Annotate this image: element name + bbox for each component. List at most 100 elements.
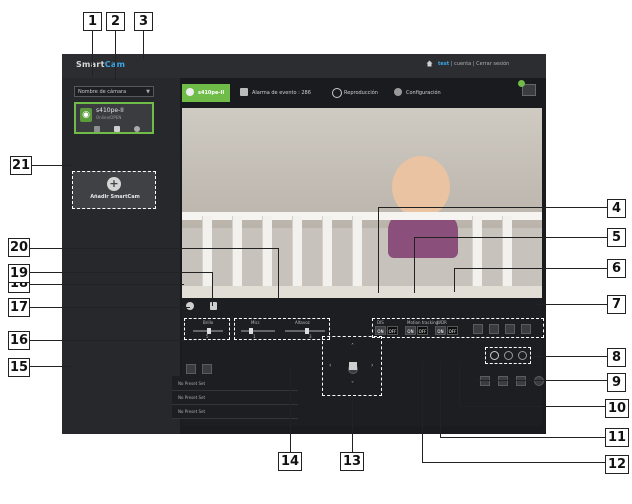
- callout-3: 3: [134, 12, 153, 31]
- camera-mode-group: [485, 347, 531, 364]
- callout-line: [422, 362, 423, 462]
- preset-home-button[interactable]: [186, 364, 196, 374]
- camera-thumbnail-icon: ◉: [80, 108, 92, 122]
- callout-4: 4: [607, 199, 626, 218]
- dis-off-button[interactable]: OFF: [387, 326, 398, 335]
- record-button[interactable]: [534, 376, 544, 386]
- tab-live[interactable]: s410pe-II: [182, 84, 231, 102]
- callout-line: [92, 31, 93, 77]
- callout-line: [290, 368, 291, 452]
- add-smartcam-label: Añadir SmartCam: [90, 194, 140, 200]
- wdr-off-button[interactable]: OFF: [447, 326, 458, 335]
- callout-line: [278, 248, 279, 306]
- mode-icon[interactable]: [490, 351, 499, 360]
- tab-event-alarm[interactable]: Alarma de evento : 286: [236, 84, 317, 102]
- callout-line: [534, 304, 608, 305]
- camera-card[interactable]: ◉ s410pe-II Online/OPEN: [74, 102, 154, 134]
- camera-sidebar: Nombre de cámara ▼ ◉ s410pe-II Online/OPE…: [62, 78, 180, 434]
- callout-17: 17: [8, 298, 30, 317]
- mic-label: Micr.: [251, 320, 261, 325]
- tab-playback[interactable]: Reproducción: [328, 84, 384, 102]
- preset-row[interactable]: No Preset Set: [172, 377, 298, 391]
- ptz-control-pad: ˄ ˅ ‹ ›: [322, 336, 382, 396]
- preset-row[interactable]: No Preset Set: [172, 391, 298, 405]
- wdr-on-button[interactable]: ON: [435, 326, 446, 335]
- crib-mattress: [182, 286, 542, 298]
- top-bar: SmartCam test | cuenta | Cerrar sesión: [62, 54, 546, 78]
- smartcam-app-window: SmartCam test | cuenta | Cerrar sesión N…: [62, 54, 546, 434]
- callout-8: 8: [607, 348, 626, 367]
- plus-icon: +: [107, 177, 121, 191]
- callout-11: 11: [605, 428, 629, 447]
- callout-19: 19: [8, 264, 30, 283]
- callout-20: 20: [8, 238, 30, 257]
- live-video-feed: [182, 108, 542, 298]
- callout-line: [414, 237, 608, 238]
- brightness-label: Brillo: [203, 320, 214, 325]
- ptz-right-icon[interactable]: ›: [371, 362, 373, 369]
- crib-slat: [352, 216, 362, 296]
- user-links: test | cuenta | Cerrar sesión: [438, 61, 510, 67]
- camera-key-icon[interactable]: [134, 126, 140, 132]
- motion-label: Motion tracking: [407, 320, 439, 325]
- motion-on-button[interactable]: ON: [405, 326, 416, 335]
- volume-icon[interactable]: [498, 376, 508, 386]
- mode-icon[interactable]: [504, 351, 513, 360]
- grid-view-button[interactable]: [480, 376, 490, 386]
- preset-row[interactable]: No Preset Set: [172, 405, 298, 419]
- crib-slat: [322, 216, 332, 296]
- rotate-icon[interactable]: [505, 324, 515, 334]
- callout-line: [28, 272, 212, 273]
- callout-1: 1: [83, 12, 102, 31]
- callout-line: [459, 406, 608, 407]
- status-indicator-icon: [518, 80, 525, 87]
- logout-link[interactable]: Cerrar sesión: [476, 61, 509, 67]
- tab-settings[interactable]: Configuración: [390, 84, 447, 102]
- callout-line: [459, 362, 460, 406]
- callout-16: 16: [8, 331, 30, 350]
- callout-line: [422, 462, 608, 463]
- crib-slat: [262, 216, 272, 296]
- dis-label: DIS: [377, 320, 384, 325]
- flip-icon[interactable]: [473, 324, 483, 334]
- ptz-left-icon[interactable]: ‹: [329, 362, 331, 369]
- alarm-icon: [240, 88, 248, 96]
- settings-gear-icon[interactable]: [186, 302, 194, 310]
- callout-line: [440, 437, 608, 438]
- mode-icon[interactable]: [518, 351, 527, 360]
- callout-2: 2: [106, 12, 125, 31]
- main-tabs: s410pe-II Alarma de evento : 286 Reprodu…: [180, 84, 546, 102]
- camera-delete-icon[interactable]: [114, 126, 120, 132]
- ptz-down-icon[interactable]: ˅: [351, 381, 354, 388]
- camera-info-icon[interactable]: [94, 126, 100, 132]
- callout-line: [352, 396, 353, 452]
- callout-line: [414, 237, 415, 293]
- wdr-label: WDR: [437, 320, 447, 325]
- motion-off-button[interactable]: OFF: [417, 326, 428, 335]
- preset-add-button[interactable]: [202, 364, 212, 374]
- image-toggles: DIS ON OFF Motion tracking ON OFF WDR ON…: [372, 318, 544, 338]
- ptz-home-icon[interactable]: [349, 362, 357, 370]
- mirror-icon[interactable]: [489, 324, 499, 334]
- mic-slider[interactable]: [241, 330, 275, 332]
- crib-slat: [292, 216, 302, 296]
- mic-value: 1: [253, 334, 256, 339]
- account-link[interactable]: cuenta: [454, 61, 471, 67]
- brightness-control: Brillo 5: [184, 318, 230, 340]
- camera-card-name: s410pe-II: [96, 107, 124, 114]
- callout-line: [378, 207, 608, 208]
- add-smartcam-button[interactable]: + Añadir SmartCam: [72, 171, 156, 209]
- camera-name-select[interactable]: Nombre de cámara ▼: [74, 86, 154, 97]
- callout-line: [533, 356, 608, 357]
- ptz-up-icon[interactable]: ˄: [351, 343, 354, 350]
- corridor-icon[interactable]: [521, 324, 531, 334]
- user-name-link[interactable]: test: [438, 61, 449, 67]
- dis-on-button[interactable]: ON: [375, 326, 386, 335]
- crib-slat: [202, 216, 212, 296]
- video-wall: [182, 108, 542, 228]
- snapshot-icon[interactable]: [516, 376, 526, 386]
- home-icon[interactable]: [426, 60, 433, 67]
- callout-15: 15: [8, 358, 30, 377]
- callout-10: 10: [605, 399, 629, 418]
- speaker-value: 3: [309, 334, 312, 339]
